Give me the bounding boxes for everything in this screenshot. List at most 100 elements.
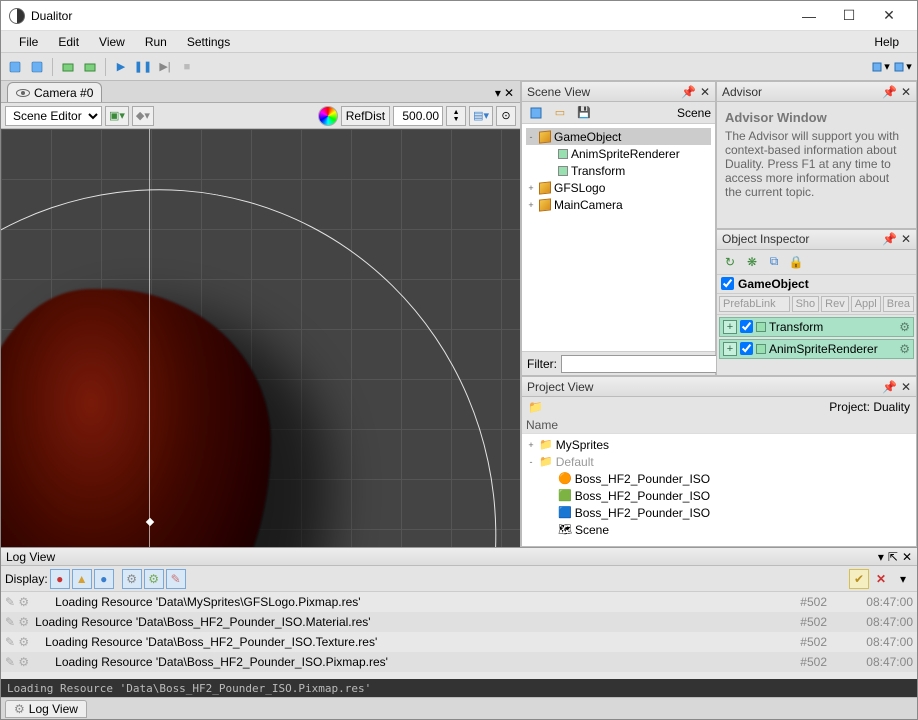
pause-button[interactable]: ❚❚ bbox=[133, 57, 153, 77]
inspector-pin-button[interactable]: 📌 bbox=[882, 232, 897, 246]
scene-new-button[interactable] bbox=[526, 103, 546, 123]
menu-settings[interactable]: Settings bbox=[177, 33, 240, 51]
scene-tree-item[interactable]: +MainCamera bbox=[526, 196, 711, 213]
log-source-game-button[interactable]: ✎ bbox=[166, 569, 186, 589]
tree-expand-button[interactable]: + bbox=[526, 200, 536, 210]
prefab-break-button[interactable]: Brea bbox=[883, 296, 914, 312]
gameobject-enabled-checkbox[interactable] bbox=[721, 277, 734, 290]
inspector-refresh-button[interactable]: ↻ bbox=[721, 253, 739, 271]
log-filter-info-button[interactable]: ● bbox=[94, 569, 114, 589]
project-tree-item[interactable]: +📁MySprites bbox=[526, 436, 912, 453]
inspector-lock-button[interactable]: 🔒 bbox=[787, 253, 805, 271]
prefab-revert-button[interactable]: Rev bbox=[821, 296, 849, 312]
menu-file[interactable]: File bbox=[9, 33, 48, 51]
inspector-close-button[interactable]: ✕ bbox=[901, 232, 911, 246]
menu-run[interactable]: Run bbox=[135, 33, 177, 51]
project-column-name[interactable]: Name bbox=[522, 417, 916, 434]
project-tree-item[interactable]: 🟦Boss_HF2_Pounder_ISO bbox=[526, 504, 912, 521]
log-filter-warn-button[interactable]: ▲ bbox=[72, 569, 92, 589]
log-view-pin-button[interactable]: ⇱ bbox=[888, 550, 898, 564]
scene-save-button[interactable]: 💾 bbox=[574, 103, 594, 123]
log-more-button[interactable]: ▾ bbox=[893, 569, 913, 589]
project-view-pin-button[interactable]: 📌 bbox=[882, 380, 897, 394]
component-enabled-checkbox[interactable] bbox=[740, 342, 753, 355]
tree-expand-button[interactable]: - bbox=[526, 132, 536, 142]
log-view-close-button[interactable]: ✕ bbox=[902, 550, 912, 564]
menu-help[interactable]: Help bbox=[864, 33, 909, 51]
menu-view[interactable]: View bbox=[89, 33, 135, 51]
log-source-core-button[interactable]: ⚙ bbox=[122, 569, 142, 589]
tree-expand-button[interactable]: + bbox=[526, 183, 536, 193]
scene-tree[interactable]: -GameObjectAnimSpriteRendererTransform+G… bbox=[522, 124, 715, 351]
component-expand-button[interactable]: + bbox=[723, 342, 737, 356]
scene-tree-item[interactable]: AnimSpriteRenderer bbox=[526, 145, 711, 162]
log-line[interactable]: ✎ ⚙ Loading Resource 'Data\MySprites\GFS… bbox=[1, 592, 917, 612]
log-id: #502 bbox=[777, 655, 827, 669]
open-button[interactable] bbox=[27, 57, 47, 77]
scene-filter-input[interactable] bbox=[561, 355, 724, 373]
scene-tree-item[interactable]: -GameObject bbox=[526, 128, 711, 145]
log-line[interactable]: ✎ ⚙ Loading Resource 'Data\Boss_HF2_Poun… bbox=[1, 632, 917, 652]
step-button[interactable]: ▶| bbox=[155, 57, 175, 77]
advisor-title: Advisor bbox=[722, 85, 762, 99]
tree-expand-button[interactable]: + bbox=[526, 440, 536, 450]
camera-viewport[interactable] bbox=[1, 129, 520, 547]
advisor-close-button[interactable]: ✕ bbox=[901, 85, 911, 99]
refdist-input[interactable] bbox=[393, 106, 443, 126]
project-tree-item[interactable]: 🟩Boss_HF2_Pounder_ISO bbox=[526, 487, 912, 504]
component-expand-button[interactable]: + bbox=[723, 320, 737, 334]
component-settings-button[interactable]: ⚙ bbox=[899, 342, 910, 356]
editor-mode-select[interactable]: Scene Editor bbox=[5, 106, 102, 126]
project-tree-item[interactable]: 🟠Boss_HF2_Pounder_ISO bbox=[526, 470, 912, 487]
window-maximize-button[interactable]: ☐ bbox=[829, 2, 869, 30]
component-enabled-checkbox[interactable] bbox=[740, 320, 753, 333]
component-row[interactable]: +Transform⚙ bbox=[719, 317, 914, 337]
color-picker-button[interactable] bbox=[318, 106, 338, 126]
camera-reset-button[interactable]: ⊙ bbox=[496, 106, 516, 126]
log-line[interactable]: ✎ ⚙ Loading Resource 'Data\Boss_HF2_Poun… bbox=[1, 652, 917, 672]
refdist-stepper[interactable]: ▲▼ bbox=[446, 106, 466, 126]
bottom-tab-logview[interactable]: ⚙ Log View bbox=[5, 700, 87, 718]
play-button[interactable]: ▶ bbox=[111, 57, 131, 77]
stop-button[interactable]: ■ bbox=[177, 57, 197, 77]
log-autoscroll-button[interactable]: ✔ bbox=[849, 569, 869, 589]
log-view-dropdown-button[interactable]: ▾ bbox=[878, 550, 884, 564]
log-line[interactable]: ✎ ⚙Loading Resource 'Data\Boss_HF2_Pound… bbox=[1, 612, 917, 632]
advisor-pin-button[interactable]: 📌 bbox=[882, 85, 897, 99]
gizmo-move-button[interactable]: ▣▾ bbox=[105, 106, 129, 126]
project-view-close-button[interactable]: ✕ bbox=[901, 380, 911, 394]
prefab-show-button[interactable]: Sho bbox=[792, 296, 820, 312]
project-tree-item[interactable]: -📁Default bbox=[526, 453, 912, 470]
scene-tree-item[interactable]: Transform bbox=[526, 162, 711, 179]
import-button[interactable] bbox=[58, 57, 78, 77]
camera-tab-label: Camera #0 bbox=[34, 86, 93, 100]
inspector-copy-button[interactable]: ⧉ bbox=[765, 253, 783, 271]
log-clear-button[interactable]: ✕ bbox=[871, 569, 891, 589]
gizmo-shape-button[interactable]: ◆▾ bbox=[132, 106, 154, 126]
scene-view-pin-button[interactable]: 📌 bbox=[681, 85, 696, 99]
export-button[interactable] bbox=[80, 57, 100, 77]
log-source-editor-button[interactable]: ⚙ bbox=[144, 569, 164, 589]
window-close-button[interactable]: ✕ bbox=[869, 2, 909, 30]
camera-settings-button[interactable]: ▤▾ bbox=[469, 106, 493, 126]
tree-expand-button[interactable]: - bbox=[526, 457, 536, 467]
tab-camera-0[interactable]: Camera #0 bbox=[7, 82, 102, 102]
tab-close-button[interactable]: ✕ bbox=[504, 86, 514, 100]
save-all-button[interactable] bbox=[5, 57, 25, 77]
scene-tree-item[interactable]: +GFSLogo bbox=[526, 179, 711, 196]
prefab-apply-button[interactable]: Appl bbox=[851, 296, 881, 312]
window-minimize-button[interactable]: — bbox=[789, 2, 829, 30]
project-tree-item[interactable]: 🗺Scene bbox=[526, 521, 912, 538]
publish-button[interactable]: ▾ bbox=[871, 57, 891, 77]
scene-open-button[interactable]: ▭ bbox=[550, 103, 570, 123]
component-row[interactable]: +AnimSpriteRenderer⚙ bbox=[719, 339, 914, 359]
menu-edit[interactable]: Edit bbox=[48, 33, 89, 51]
project-tree[interactable]: +📁MySprites-📁Default🟠Boss_HF2_Pounder_IS… bbox=[522, 434, 916, 546]
tab-dropdown-button[interactable]: ▾ bbox=[495, 86, 501, 100]
scene-view-close-button[interactable]: ✕ bbox=[700, 85, 710, 99]
component-settings-button[interactable]: ⚙ bbox=[899, 320, 910, 334]
package-button[interactable]: ▾ bbox=[893, 57, 913, 77]
log-filter-error-button[interactable]: ● bbox=[50, 569, 70, 589]
inspector-link-button[interactable]: ❋ bbox=[743, 253, 761, 271]
bottom-tab-label: Log View bbox=[29, 702, 78, 716]
